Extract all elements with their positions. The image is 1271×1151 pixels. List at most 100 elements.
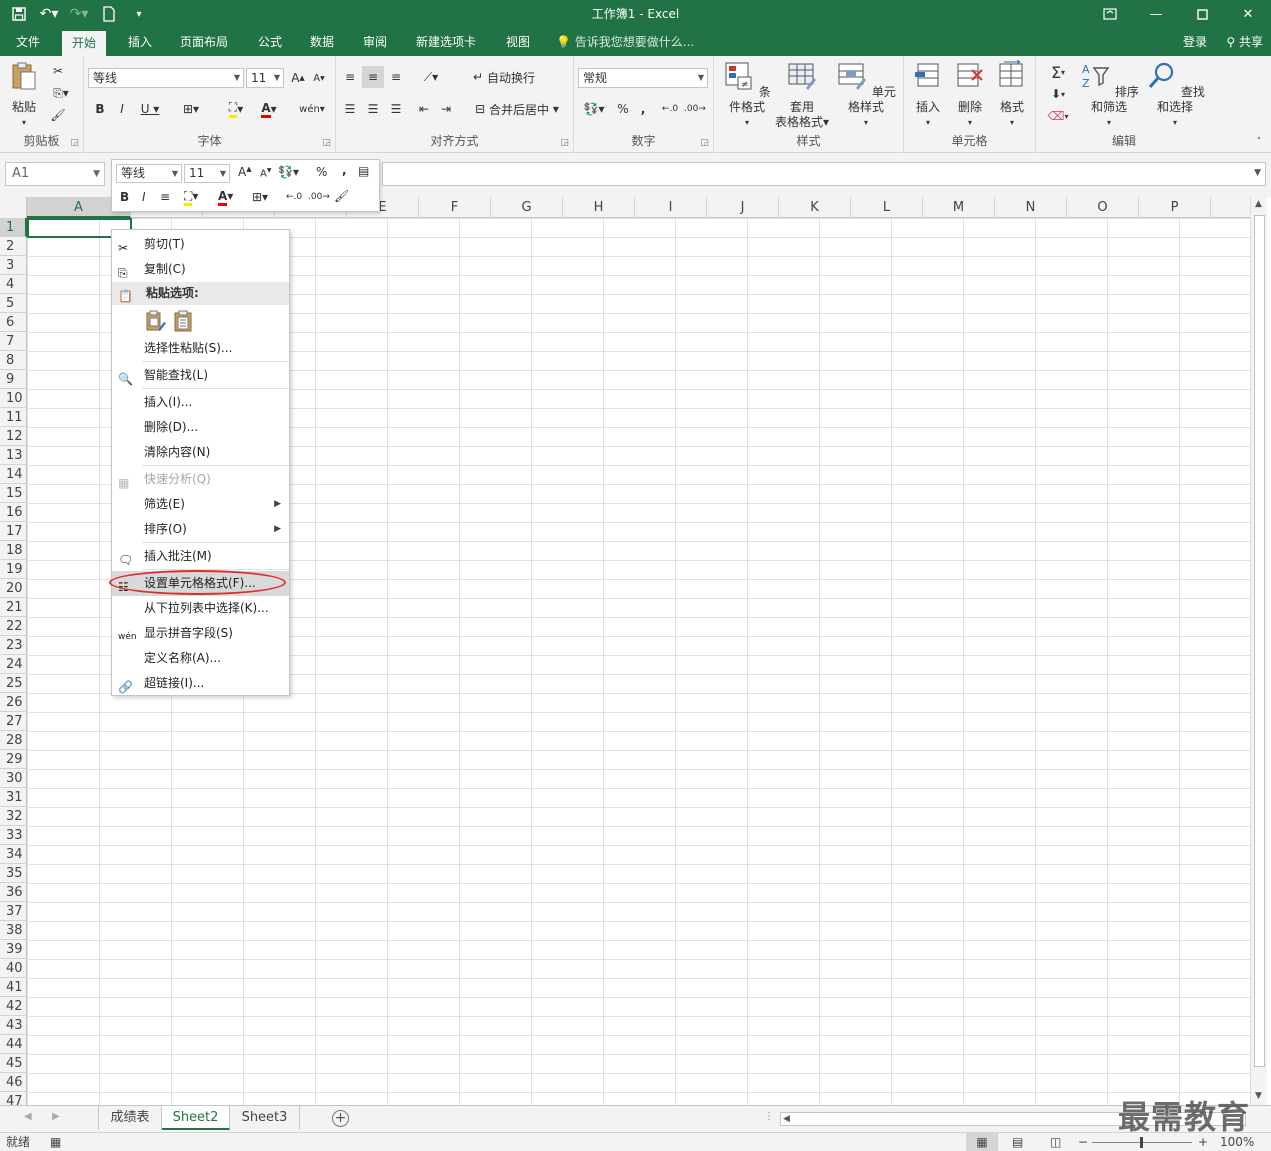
row-header[interactable]: 11	[0, 408, 27, 427]
scroll-left-icon[interactable]: ◀	[783, 1113, 790, 1125]
select-all-corner[interactable]	[0, 197, 27, 218]
align-left-icon[interactable]: ☰	[340, 98, 360, 120]
vertical-scroll-thumb[interactable]	[1254, 215, 1265, 1067]
mini-format-table-icon[interactable]: ▤	[358, 164, 369, 178]
row-header[interactable]: 28	[0, 731, 27, 750]
fill-icon[interactable]: ⬇ ▾	[1042, 84, 1074, 104]
mini-comma-icon[interactable]: ,	[342, 163, 347, 177]
bold-icon[interactable]: B	[92, 99, 108, 119]
sheet-tab-sheet2[interactable]: Sheet2	[162, 1106, 230, 1130]
row-header[interactable]: 39	[0, 940, 27, 959]
font-name-combo[interactable]: 等线 ▼	[88, 68, 244, 88]
grow-font-icon[interactable]: A ▲	[289, 68, 307, 88]
cell-styles-button[interactable]: 单元格样式 ▾	[832, 60, 900, 130]
mini-bold-icon[interactable]: B	[120, 190, 129, 204]
row-header[interactable]: 3	[0, 256, 27, 275]
row-header[interactable]: 30	[0, 769, 27, 788]
row-header[interactable]: 34	[0, 845, 27, 864]
row-header[interactable]: 9	[0, 370, 27, 389]
row-header[interactable]: 1	[0, 218, 27, 237]
vertical-scrollbar[interactable]: ▲ ▼	[1250, 197, 1267, 1105]
column-header[interactable]: G	[491, 197, 563, 218]
row-header[interactable]: 32	[0, 807, 27, 826]
scroll-up-icon[interactable]: ▲	[1255, 199, 1262, 209]
menu-item-hyperlink[interactable]: 🔗 超链接(I)...	[112, 671, 289, 696]
row-header[interactable]: 42	[0, 997, 27, 1016]
macro-record-icon[interactable]: ▦	[50, 1133, 61, 1151]
row-header[interactable]: 16	[0, 503, 27, 522]
scroll-sheets-left-icon[interactable]: ◀	[24, 1111, 32, 1122]
row-header[interactable]: 6	[0, 313, 27, 332]
tell-me-box[interactable]: 💡 告诉我您想要做什么...	[556, 28, 694, 56]
mini-italic-icon[interactable]: I	[142, 190, 146, 204]
mini-percent-icon[interactable]: %	[316, 165, 327, 179]
tab-insert[interactable]: 插入	[118, 28, 162, 56]
mini-borders-icon[interactable]: ⊞▾	[252, 190, 268, 204]
menu-item-smart-lookup[interactable]: 🔍 智能查找(L)	[112, 363, 289, 388]
close-icon[interactable]: ✕	[1225, 0, 1271, 28]
row-header[interactable]: 8	[0, 351, 27, 370]
column-header[interactable]: P	[1139, 197, 1211, 218]
row-header[interactable]: 4	[0, 275, 27, 294]
ribbon-display-icon[interactable]	[1087, 0, 1133, 28]
tab-home[interactable]: 开始	[62, 31, 107, 56]
percent-style-icon[interactable]: %	[614, 98, 632, 120]
menu-item-filter[interactable]: 筛选(E) ▶	[112, 492, 289, 517]
increase-decimal-icon[interactable]: ←.0	[660, 98, 680, 120]
column-header[interactable]: H	[563, 197, 635, 218]
tab-file[interactable]: 文件	[6, 28, 50, 56]
row-header[interactable]: 2	[0, 237, 27, 256]
row-header[interactable]: 29	[0, 750, 27, 769]
normal-view-icon[interactable]: ▦	[966, 1133, 998, 1151]
row-header[interactable]: 45	[0, 1054, 27, 1073]
sheet-tab-grades[interactable]: 成绩表	[98, 1106, 162, 1130]
row-header[interactable]: 26	[0, 693, 27, 712]
clear-icon[interactable]: ⌫ ▾	[1042, 106, 1074, 126]
row-header[interactable]: 12	[0, 427, 27, 446]
borders-icon[interactable]: ⊞▾	[176, 99, 206, 119]
increase-indent-icon[interactable]: ⇥	[436, 98, 456, 120]
sheet-tab-sheet3[interactable]: Sheet3	[230, 1106, 300, 1130]
row-header[interactable]: 20	[0, 579, 27, 598]
column-header[interactable]: N	[995, 197, 1067, 218]
menu-item-paste-special[interactable]: 选择性粘贴(S)...	[112, 336, 289, 361]
mini-increase-decimal-icon[interactable]: ←.0	[286, 192, 302, 202]
page-layout-view-icon[interactable]: ▤	[1012, 1133, 1023, 1151]
page-break-view-icon[interactable]: ◫	[1050, 1133, 1061, 1151]
tab-new-tab[interactable]: 新建选项卡	[406, 28, 486, 56]
mini-font-size-combo[interactable]: 11 ▼	[184, 164, 230, 183]
column-header[interactable]: J	[707, 197, 779, 218]
delete-cells-button[interactable]: 删除 ▾	[952, 60, 988, 130]
format-as-table-button[interactable]: 套用 表格格式▾	[772, 60, 832, 130]
phonetic-guide-icon[interactable]: wén▾	[296, 99, 328, 119]
underline-icon[interactable]: U ▾	[136, 99, 164, 119]
column-header[interactable]: I	[635, 197, 707, 218]
align-middle-icon[interactable]: ≡	[362, 66, 384, 88]
row-header[interactable]: 41	[0, 978, 27, 997]
row-header[interactable]: 46	[0, 1073, 27, 1092]
menu-item-delete[interactable]: 删除(D)...	[112, 415, 289, 440]
font-size-combo[interactable]: 11 ▼	[246, 68, 284, 88]
column-header[interactable]: F	[419, 197, 491, 218]
minimize-icon[interactable]: —	[1133, 0, 1179, 28]
mini-grow-font-icon[interactable]: A▲	[238, 165, 252, 179]
row-header[interactable]: 27	[0, 712, 27, 731]
row-header[interactable]: 38	[0, 921, 27, 940]
paste-button[interactable]: 粘贴 ▾	[6, 60, 42, 130]
row-header[interactable]: 35	[0, 864, 27, 883]
mini-center-icon[interactable]: ≡	[160, 190, 170, 204]
wrap-text-button[interactable]: ↵ 自动换行	[468, 66, 540, 88]
alignment-launcher-icon[interactable]: ◲	[560, 138, 569, 148]
mini-shrink-font-icon[interactable]: A▼	[260, 167, 271, 179]
scroll-down-icon[interactable]: ▼	[1255, 1091, 1262, 1101]
tab-data[interactable]: 数据	[300, 28, 344, 56]
menu-item-copy[interactable]: ⎘ 复制(C)	[112, 257, 289, 282]
autosum-icon[interactable]: Σ ▾	[1042, 62, 1074, 82]
row-header[interactable]: 44	[0, 1035, 27, 1054]
format-cells-button[interactable]: 格式 ▾	[994, 59, 1030, 130]
row-header[interactable]: 19	[0, 560, 27, 579]
font-color-icon[interactable]: A ▾	[254, 99, 284, 119]
mini-font-color-icon[interactable]: A▾	[218, 189, 233, 206]
row-header[interactable]: 5	[0, 294, 27, 313]
row-header[interactable]: 23	[0, 636, 27, 655]
